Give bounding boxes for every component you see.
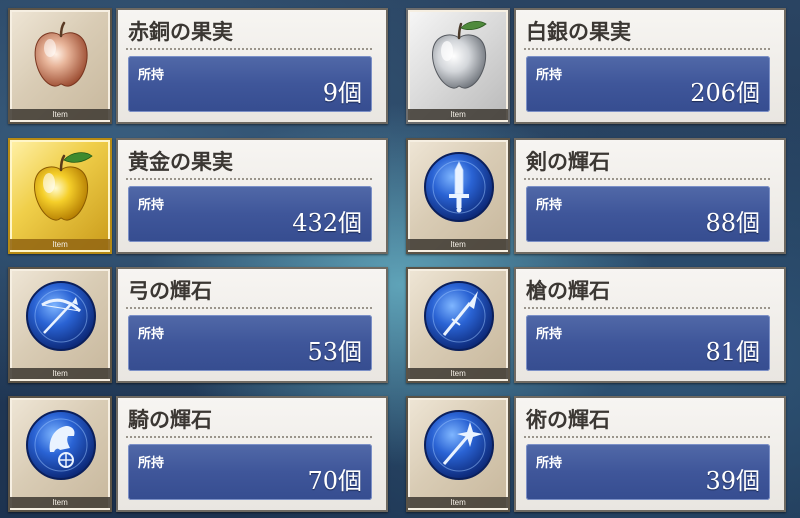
divider	[126, 48, 372, 50]
divider	[524, 436, 770, 438]
saber-gem-icon	[424, 152, 494, 222]
item-info-panel: 騎の輝石 所持 70個	[116, 396, 388, 512]
item-tag: Item	[408, 109, 508, 120]
owned-count: 81個	[705, 338, 760, 366]
item-icon-frame: Item	[406, 396, 510, 512]
divider	[126, 178, 372, 180]
owned-count-panel: 所持 206個	[526, 56, 770, 112]
item-info-panel: 弓の輝石 所持 53個	[116, 267, 388, 383]
owned-count-panel: 所持 70個	[128, 444, 372, 500]
item-name: 弓の輝石	[128, 279, 212, 303]
owned-label: 所持	[138, 456, 165, 471]
item-tag: Item	[408, 497, 508, 508]
owned-count-panel: 所持 53個	[128, 315, 372, 371]
item-icon-frame: Item	[8, 8, 112, 124]
owned-label: 所持	[138, 198, 165, 213]
owned-count: 39個	[705, 467, 760, 495]
item-name: 槍の輝石	[526, 279, 610, 303]
owned-count-panel: 所持 39個	[526, 444, 770, 500]
divider	[524, 48, 770, 50]
owned-label: 所持	[536, 327, 563, 342]
item-inventory-grid: Item 赤銅の果実 所持 9個 Item 白銀の果実 所持 206個 Item…	[0, 0, 800, 518]
owned-count: 9個	[322, 79, 362, 107]
owned-count-panel: 所持 9個	[128, 56, 372, 112]
lancer-gem-icon	[424, 281, 494, 351]
item-info-panel: 赤銅の果実 所持 9個	[116, 8, 388, 124]
golden-apple-icon	[34, 152, 93, 221]
item-info-panel: 槍の輝石 所持 81個	[514, 267, 786, 383]
copper-apple-icon	[34, 21, 88, 87]
item-card-copper-fruit[interactable]: Item 赤銅の果実 所持 9個	[0, 0, 388, 124]
divider	[524, 307, 770, 309]
item-icon-frame: Item	[406, 138, 510, 254]
item-icon-frame: Item	[406, 267, 510, 383]
owned-label: 所持	[138, 327, 165, 342]
owned-label: 所持	[536, 456, 563, 471]
item-card-lancer-gem[interactable]: Item 槍の輝石 所持 81個	[398, 259, 786, 383]
item-tag: Item	[10, 239, 110, 250]
owned-count: 432個	[292, 209, 362, 237]
owned-label: 所持	[536, 68, 563, 83]
rider-gem-icon	[26, 410, 96, 480]
item-tag: Item	[408, 239, 508, 250]
item-info-panel: 黄金の果実 所持 432個	[116, 138, 388, 254]
item-info-panel: 術の輝石 所持 39個	[514, 396, 786, 512]
owned-count-panel: 所持 88個	[526, 186, 770, 242]
item-name: 赤銅の果実	[128, 20, 233, 44]
item-name: 黄金の果実	[128, 150, 233, 174]
owned-count: 53個	[307, 338, 362, 366]
item-name: 白銀の果実	[526, 20, 631, 44]
item-tag: Item	[10, 497, 110, 508]
item-name: 騎の輝石	[128, 408, 212, 432]
item-tag: Item	[408, 368, 508, 379]
item-card-saber-gem[interactable]: Item 剣の輝石 所持 88個	[398, 130, 786, 254]
item-card-rider-gem[interactable]: Item 騎の輝石 所持 70個	[0, 388, 388, 512]
owned-label: 所持	[536, 198, 563, 213]
item-info-panel: 白銀の果実 所持 206個	[514, 8, 786, 124]
owned-count-panel: 所持 81個	[526, 315, 770, 371]
archer-gem-icon	[26, 281, 96, 351]
item-card-silver-fruit[interactable]: Item 白銀の果実 所持 206個	[398, 0, 786, 124]
owned-count-panel: 所持 432個	[128, 186, 372, 242]
divider	[126, 436, 372, 438]
owned-count: 88個	[705, 209, 760, 237]
item-icon-frame: Item	[8, 396, 112, 512]
item-name: 術の輝石	[526, 408, 610, 432]
owned-count: 70個	[307, 467, 362, 495]
divider	[126, 307, 372, 309]
divider	[524, 178, 770, 180]
item-tag: Item	[10, 368, 110, 379]
silver-apple-icon	[432, 20, 487, 89]
item-card-archer-gem[interactable]: Item 弓の輝石 所持 53個	[0, 259, 388, 383]
item-icon-frame: Item	[8, 267, 112, 383]
item-icon-frame: Item	[8, 138, 112, 254]
item-card-caster-gem[interactable]: Item 術の輝石 所持 39個	[398, 388, 786, 512]
owned-label: 所持	[138, 68, 165, 83]
item-info-panel: 剣の輝石 所持 88個	[514, 138, 786, 254]
item-tag: Item	[10, 109, 110, 120]
item-name: 剣の輝石	[526, 150, 610, 174]
caster-gem-icon	[424, 410, 494, 480]
item-card-golden-fruit[interactable]: Item 黄金の果実 所持 432個	[0, 130, 388, 254]
owned-count: 206個	[690, 79, 760, 107]
item-icon-frame: Item	[406, 8, 510, 124]
